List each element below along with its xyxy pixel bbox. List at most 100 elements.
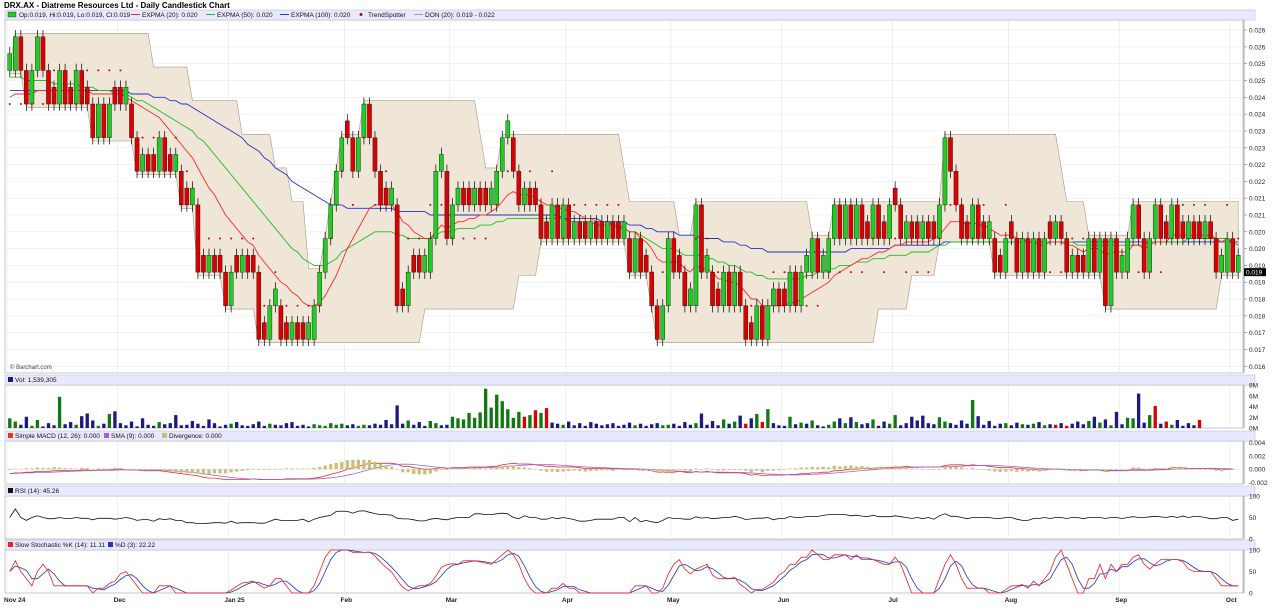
macd-divergence-bar bbox=[555, 469, 560, 473]
volume-bar bbox=[1109, 425, 1113, 428]
candle-body bbox=[1036, 238, 1042, 273]
macd-divergence-bar bbox=[340, 461, 344, 470]
price-tick-label: 0.026 bbox=[1249, 44, 1266, 51]
price-tick-label: 0.023 bbox=[1249, 145, 1266, 152]
macd-divergence-bar bbox=[1192, 468, 1196, 470]
trendspotter-dot bbox=[418, 237, 421, 240]
volume-bar bbox=[478, 412, 482, 428]
macd-divergence-bar bbox=[677, 469, 681, 470]
volume-bar bbox=[572, 425, 576, 428]
candle-body bbox=[79, 70, 84, 105]
candle-body bbox=[699, 204, 704, 273]
volume-bar bbox=[887, 423, 892, 428]
volume-bar bbox=[140, 418, 145, 428]
volume-bar bbox=[113, 411, 117, 428]
candle-body bbox=[234, 255, 239, 273]
volume-bar bbox=[234, 422, 239, 428]
macd-divergence-bar bbox=[168, 469, 172, 472]
trendspotter-dot bbox=[1049, 271, 1052, 274]
volume-bar bbox=[456, 418, 460, 428]
macd-divergence-bar bbox=[716, 469, 720, 471]
trendspotter-dot bbox=[30, 103, 33, 106]
macd-divergence-bar bbox=[80, 467, 84, 470]
candle-body bbox=[333, 171, 339, 206]
candle-body bbox=[854, 204, 859, 239]
macd-divergence-bar bbox=[567, 469, 571, 472]
macd-divergence-bar bbox=[1070, 469, 1074, 470]
macd-divergence-bar bbox=[865, 466, 870, 470]
macd-divergence-bar bbox=[583, 469, 587, 472]
candle-body bbox=[394, 204, 400, 306]
candle-body bbox=[1208, 221, 1213, 239]
volume-bar bbox=[218, 426, 222, 428]
volume-bar bbox=[561, 424, 565, 428]
trendspotter-dot bbox=[650, 271, 653, 274]
macd-divergence-bar bbox=[838, 466, 842, 470]
macd-divergence-bar bbox=[35, 467, 40, 470]
candle-body bbox=[1014, 238, 1020, 273]
volume-bar bbox=[533, 410, 538, 428]
volume-bar bbox=[151, 425, 156, 428]
candle-body bbox=[7, 53, 13, 71]
candle-body bbox=[40, 36, 46, 71]
candle-body bbox=[959, 204, 964, 239]
volume-bar bbox=[932, 424, 936, 428]
trendspotter-dot bbox=[872, 237, 875, 240]
volume-bar bbox=[19, 424, 23, 428]
macd-divergence-bar bbox=[395, 468, 399, 470]
volume-bar bbox=[190, 421, 195, 428]
macd-divergence-bar bbox=[760, 469, 765, 473]
macd-divergence-bar bbox=[57, 467, 62, 470]
volume-bar bbox=[1015, 422, 1019, 428]
candle-body bbox=[516, 171, 522, 206]
candle-body bbox=[748, 322, 754, 340]
volume-bar bbox=[395, 405, 399, 428]
candle-body bbox=[1136, 204, 1141, 239]
volume-bar bbox=[168, 423, 172, 428]
volume-bar bbox=[544, 408, 549, 428]
macd-divergence-bar bbox=[721, 469, 726, 471]
volume-bar bbox=[1092, 416, 1097, 428]
volume-bar bbox=[495, 394, 499, 428]
macd-divergence-bar bbox=[196, 469, 200, 474]
volume-bar bbox=[838, 418, 842, 428]
volume-bar bbox=[655, 423, 659, 428]
candle-body bbox=[1064, 238, 1069, 273]
volume-bar bbox=[157, 422, 161, 428]
trendspotter-dot bbox=[761, 304, 764, 307]
volume-bar bbox=[1004, 423, 1008, 428]
trendspotter-dot bbox=[1215, 237, 1218, 240]
volume-bar bbox=[135, 426, 139, 428]
candle-body bbox=[1092, 238, 1097, 273]
macd-divergence-bar bbox=[218, 469, 222, 474]
candle-body bbox=[876, 204, 881, 239]
macd-divergence-bar bbox=[749, 469, 753, 473]
macd-divergence-bar bbox=[46, 467, 51, 470]
candle-body bbox=[721, 271, 726, 306]
volume-bar bbox=[445, 424, 449, 428]
volume-bar bbox=[163, 424, 167, 428]
volume-bar bbox=[400, 423, 405, 428]
candle-body bbox=[1230, 238, 1235, 273]
volume-bar bbox=[594, 423, 598, 428]
macd-divergence-bar bbox=[483, 468, 488, 470]
legend-rsi-swatch bbox=[8, 488, 13, 493]
macd-divergence-bar bbox=[295, 468, 300, 470]
trendspotter-dot bbox=[108, 69, 111, 72]
macd-divergence-bar bbox=[1020, 469, 1025, 472]
candle-body bbox=[428, 238, 433, 273]
macd-divergence-bar bbox=[329, 464, 333, 470]
macd-divergence-bar bbox=[85, 468, 89, 470]
candle-body bbox=[649, 271, 654, 306]
trendspotter-dot bbox=[528, 170, 531, 173]
price-tick-label: 0.024 bbox=[1249, 95, 1266, 102]
candle-body bbox=[1191, 221, 1197, 239]
candle-body bbox=[599, 221, 605, 239]
macd-divergence-bar bbox=[157, 469, 161, 471]
macd-tick-label: 0.000 bbox=[1249, 467, 1266, 474]
trendspotter-dot bbox=[794, 271, 797, 274]
macd-divergence-bar bbox=[262, 469, 266, 470]
macd-divergence-bar bbox=[412, 469, 416, 475]
macd-divergence-bar bbox=[207, 469, 211, 475]
candle-body bbox=[1081, 255, 1086, 273]
